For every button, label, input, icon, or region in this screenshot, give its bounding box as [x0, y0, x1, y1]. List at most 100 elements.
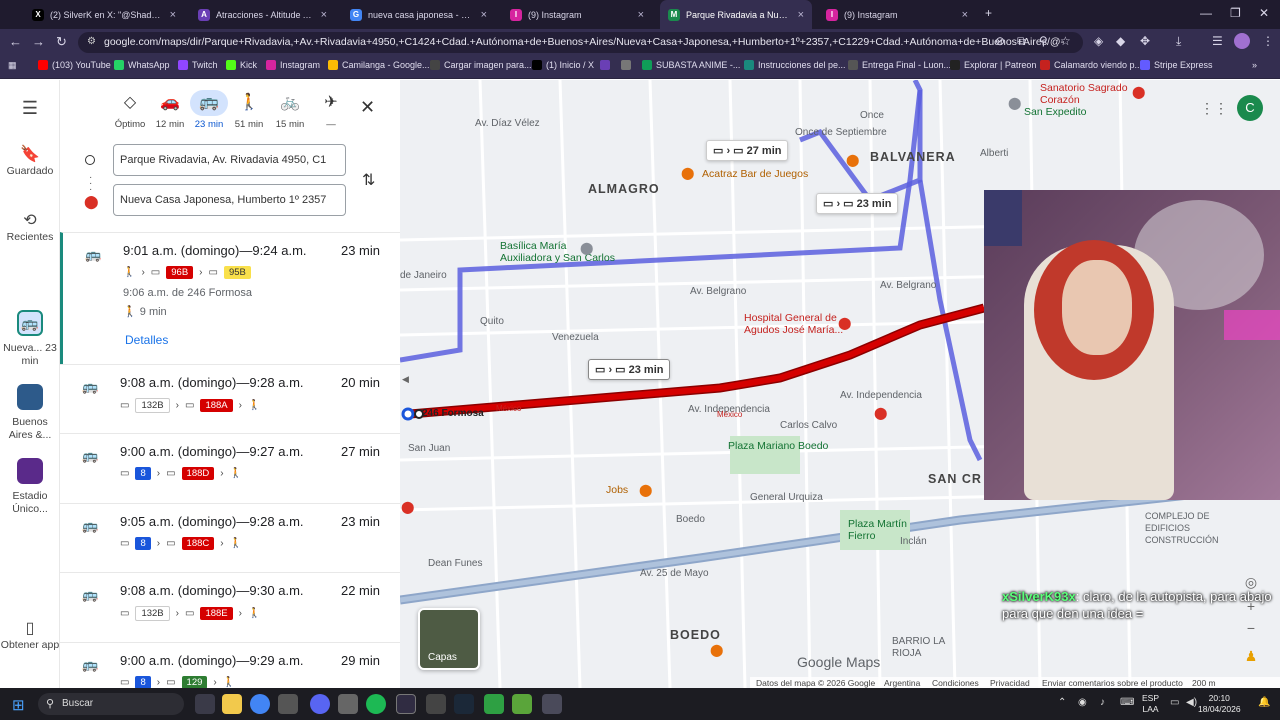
install-app-icon[interactable]: ⧉	[1017, 34, 1026, 49]
menu-dots-icon[interactable]: ⋮	[1262, 34, 1274, 48]
restaurant-pin-icon[interactable]: ⬤	[710, 643, 723, 657]
bookmark-item[interactable]: Entrega Final - Luon...	[848, 60, 951, 70]
close-icon[interactable]: ✕	[360, 97, 375, 118]
saved-button[interactable]: 🔖 Guardado	[0, 147, 60, 178]
menu-hamburger-icon[interactable]: ☰	[0, 99, 60, 119]
restaurant-pin-icon[interactable]: ⬤	[846, 153, 859, 167]
calculator-icon[interactable]	[542, 694, 562, 714]
profile-avatar[interactable]	[1234, 33, 1250, 49]
route-duration-tooltip[interactable]: ▭ › ▭ 27 min	[706, 140, 789, 161]
travel-mode-bus[interactable]: 🚌 23 min	[188, 90, 230, 130]
route-details-link[interactable]: Detalles	[125, 333, 168, 347]
download-icon[interactable]: ⤓	[1176, 34, 1181, 49]
file-explorer-icon[interactable]	[222, 694, 242, 714]
bookmark-item[interactable]	[621, 60, 635, 70]
hospital-pin-icon[interactable]: ⬤	[401, 500, 414, 514]
travel-mode-car[interactable]: 🚗 12 min	[149, 90, 191, 130]
bookmark-item[interactable]: (1) Inicio / X	[532, 60, 594, 70]
zoom-out-button[interactable]: −	[1240, 620, 1262, 636]
jobs-pin-icon[interactable]: ⬤	[639, 483, 652, 497]
route-option[interactable]: 🚌 9:05 a.m. (domingo)—9:28 a.m. 23 min ▭ 8 › ▭…	[60, 503, 400, 572]
bookmark-item[interactable]: Calamardo viendo p...	[1040, 60, 1142, 70]
hospital-pin-icon[interactable]: ⬤	[1132, 85, 1145, 99]
account-avatar[interactable]: C	[1237, 95, 1263, 121]
obs-icon[interactable]	[396, 694, 416, 714]
back-arrow-icon[interactable]: ←	[9, 34, 22, 49]
more-bookmarks-icon[interactable]: »	[1252, 60, 1257, 70]
tray-chevron-icon[interactable]: ⌃	[1058, 697, 1066, 708]
url-text[interactable]: google.com/maps/dir/Parque+Rivadavia,+Av…	[104, 36, 1064, 48]
recent-item-nueva[interactable]: 🚌 Nueva... 23 min	[0, 310, 60, 368]
collapse-panel-icon[interactable]: ◀	[402, 374, 409, 385]
tab-close-icon[interactable]: ×	[638, 9, 644, 21]
travel-mode-walk[interactable]: 🚶 51 min	[228, 90, 270, 130]
bookmark-item[interactable]: Camilanga - Google...	[328, 60, 430, 70]
zoom-in-button[interactable]: +	[1240, 598, 1262, 614]
bookmark-item[interactable]: Twitch	[178, 60, 218, 70]
route-option[interactable]: 🚌 9:08 a.m. (domingo)—9:30 a.m. 22 min ▭ 132…	[60, 572, 400, 642]
travel-mode-bike[interactable]: 🚲 15 min	[269, 90, 311, 130]
bookmark-item[interactable]: Stripe Express	[1140, 60, 1213, 70]
settings-gear-icon[interactable]	[278, 694, 298, 714]
address-bar[interactable]: ⚙ google.com/maps/dir/Parque+Rivadavia,+…	[78, 32, 1083, 53]
reload-icon[interactable]: ↻	[56, 34, 67, 50]
browser-tab[interactable]: X (2) SilverK en X: "@Shadoune666 ×	[24, 0, 184, 29]
keyboard-icon[interactable]: ⌨	[1120, 697, 1134, 708]
tab-close-icon[interactable]: ×	[170, 9, 176, 21]
bookmark-item[interactable]: Instagram	[266, 60, 320, 70]
network-icon[interactable]: ▭	[1170, 697, 1179, 708]
bookmark-item[interactable]: Instrucciones del pe...	[744, 60, 846, 70]
browser-tab[interactable]: M Parque Rivadavia a Nueva Casa ×	[660, 0, 812, 29]
route-option[interactable]: 🚌 9:00 a.m. (domingo)—9:29 a.m. 29 min ▭ 8 › ▭…	[60, 642, 400, 688]
my-location-icon[interactable]: ◎	[1240, 574, 1262, 591]
extension-icon[interactable]: ◆	[1116, 34, 1125, 48]
recent-item-estadio[interactable]: Estadio Único...	[0, 458, 60, 516]
spotify-icon[interactable]	[366, 694, 386, 714]
country-link[interactable]: Argentina	[884, 678, 920, 688]
hospital-pin-icon[interactable]: ⬤	[838, 316, 851, 330]
feedback-link[interactable]: Enviar comentarios sobre el producto	[1042, 678, 1183, 688]
forward-arrow-icon[interactable]: →	[32, 34, 45, 49]
bookmark-item[interactable]	[600, 60, 614, 70]
map-canvas[interactable]: Av. Díaz Vélez Once de Septiembre ALMAGR…	[400, 80, 1280, 688]
discord-icon[interactable]	[310, 694, 330, 714]
swap-icon[interactable]: ⇅	[362, 170, 375, 190]
apps-grid-icon[interactable]: ⋮⋮	[1200, 100, 1228, 117]
language-indicator[interactable]: ESP LAA	[1142, 693, 1159, 715]
notification-bell-icon[interactable]: 🔔	[1258, 697, 1270, 708]
chrome-icon[interactable]	[250, 694, 270, 714]
origin-input[interactable]: Parque Rivadavia, Av. Rivadavia 4950, C1	[113, 144, 346, 176]
tray-app-icon[interactable]: ◉	[1078, 697, 1087, 708]
microphone-icon[interactable]: ♪	[1100, 697, 1105, 708]
volume-icon[interactable]: ◀)	[1186, 697, 1197, 708]
privacy-link[interactable]: Privacidad	[990, 678, 1030, 688]
route-option[interactable]: 🚌 9:08 a.m. (domingo)—9:28 a.m. 20 min ▭ 132…	[60, 364, 400, 433]
close-window-button[interactable]: ✕	[1259, 6, 1269, 20]
browser-tab[interactable]: A Atracciones - Altitude Argentina ×	[190, 0, 335, 29]
minecraft-icon[interactable]	[512, 694, 532, 714]
extension-icon[interactable]: ◈	[1094, 34, 1103, 48]
taskbar-search-box[interactable]: ⚲ Buscar	[38, 693, 184, 715]
get-app-button[interactable]: ▯ Obtener app	[0, 621, 60, 652]
site-info-icon[interactable]: ⚙	[87, 36, 96, 47]
bookmark-item[interactable]: Kick	[226, 60, 257, 70]
recent-button[interactable]: ⟲ Recientes	[0, 213, 60, 244]
tab-close-icon[interactable]: ×	[321, 9, 327, 21]
extensions-puzzle-icon[interactable]: ✥	[1140, 34, 1150, 48]
maximize-window-button[interactable]: ❐	[1230, 6, 1241, 20]
bookmark-item[interactable]: (103) YouTube	[38, 60, 111, 70]
bookmark-item[interactable]: Explorar | Patreon	[950, 60, 1036, 70]
zoom-icon[interactable]: ⚲	[1039, 34, 1048, 48]
travel-mode-plane[interactable]: ✈ —	[310, 90, 352, 130]
browser-tab[interactable]: Gnueva casa japonesa - Buscar con Google…	[342, 0, 495, 29]
bookmark-item[interactable]: WhatsApp	[114, 60, 170, 70]
tab-close-icon[interactable]: ×	[798, 9, 804, 21]
tab-close-icon[interactable]: ×	[962, 9, 968, 21]
app-icon[interactable]	[338, 694, 358, 714]
app-icon[interactable]	[426, 694, 446, 714]
app-icon[interactable]	[484, 694, 504, 714]
browser-tab[interactable]: I (9) Instagram ×	[502, 0, 652, 29]
church-pin-icon[interactable]: ⬤	[1008, 96, 1021, 110]
hospital-pin-icon[interactable]: ⬤	[874, 406, 887, 420]
route-duration-tooltip[interactable]: ▭ › ▭ 23 min	[588, 359, 671, 380]
